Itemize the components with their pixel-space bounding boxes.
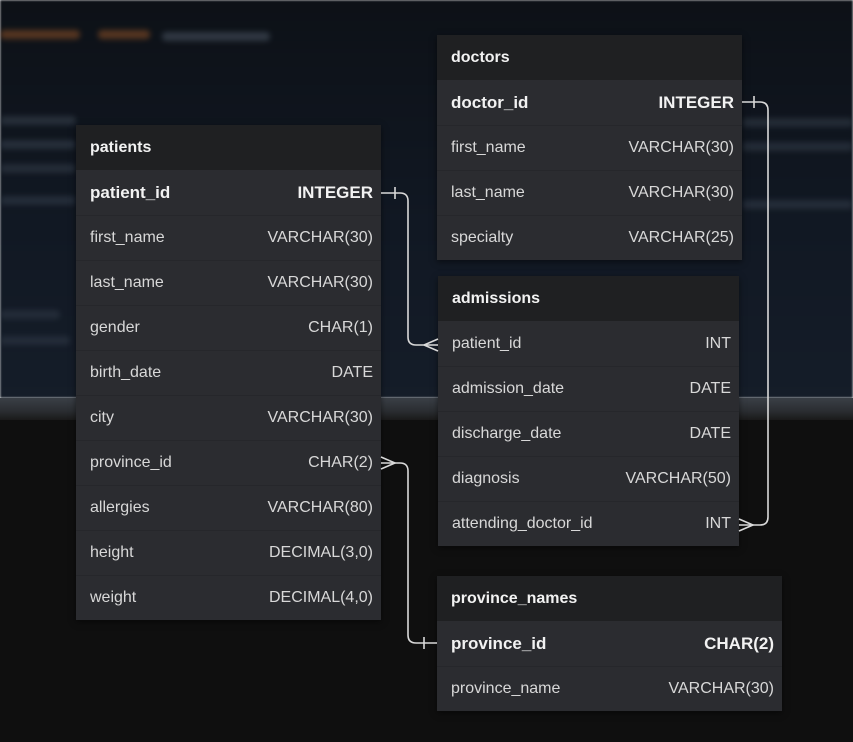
column-row[interactable]: birth_date DATE <box>76 350 381 395</box>
column-type: VARCHAR(80) <box>267 499 374 516</box>
blurred-text <box>742 142 853 151</box>
table-doctors[interactable]: doctors doctor_id INTEGER first_name VARCHA… <box>437 35 742 260</box>
column-list: doctor_id INTEGER first_name VARCHAR(30) las… <box>437 80 742 260</box>
column-type: CHAR(1) <box>308 319 373 336</box>
column-type: VARCHAR(25) <box>628 229 735 246</box>
column-name: discharge_date <box>452 425 562 442</box>
column-list: patient_id INT admission_date DATE discharge… <box>438 321 739 546</box>
column-row[interactable]: patient_id INTEGER <box>76 170 381 215</box>
blurred-text <box>0 116 76 125</box>
column-type: VARCHAR(30) <box>628 184 735 201</box>
blurred-text <box>162 32 270 41</box>
table-province-names[interactable]: province_names province_id CHAR(2) provinc… <box>437 576 782 711</box>
column-type: DATE <box>689 425 731 442</box>
column-row[interactable]: last_name VARCHAR(30) <box>76 260 381 305</box>
blurred-text <box>0 196 76 205</box>
column-type: DECIMAL(4,0) <box>268 589 373 606</box>
blurred-keyword <box>0 30 80 39</box>
table-title: province_names <box>437 576 782 621</box>
column-row[interactable]: province_id CHAR(2) <box>76 440 381 485</box>
column-row[interactable]: weight DECIMAL(4,0) <box>76 575 381 620</box>
column-name: height <box>90 544 134 561</box>
column-name: attending_doctor_id <box>452 515 593 532</box>
column-type: CHAR(2) <box>704 633 774 653</box>
column-row[interactable]: allergies VARCHAR(80) <box>76 485 381 530</box>
column-name: city <box>90 409 114 426</box>
column-row[interactable]: height DECIMAL(3,0) <box>76 530 381 575</box>
column-row[interactable]: specialty VARCHAR(25) <box>437 215 742 260</box>
column-name: province_id <box>90 454 172 471</box>
blurred-text <box>0 310 60 319</box>
column-row[interactable]: first_name VARCHAR(30) <box>76 215 381 260</box>
column-name: patient_id <box>90 182 171 202</box>
column-row[interactable]: doctor_id INTEGER <box>437 80 742 125</box>
blurred-text <box>742 200 853 209</box>
column-row[interactable]: province_name VARCHAR(30) <box>437 666 782 711</box>
blurred-keyword <box>98 30 150 39</box>
column-name: first_name <box>90 229 165 246</box>
column-type: DATE <box>689 380 731 397</box>
table-patients[interactable]: patients patient_id INTEGER first_name VARC… <box>76 125 381 620</box>
column-type: VARCHAR(30) <box>267 274 374 291</box>
column-name: last_name <box>90 274 164 291</box>
column-row[interactable]: first_name VARCHAR(30) <box>437 125 742 170</box>
column-row[interactable]: attending_doctor_id INT <box>438 501 739 546</box>
column-row[interactable]: city VARCHAR(30) <box>76 395 381 440</box>
blurred-text <box>0 140 76 149</box>
column-name: first_name <box>451 139 526 156</box>
column-type: INT <box>705 515 731 532</box>
column-row[interactable]: patient_id INT <box>438 321 739 366</box>
column-type: VARCHAR(30) <box>267 229 374 246</box>
column-list: province_id CHAR(2) province_name VARCHAR(3… <box>437 621 782 711</box>
column-name: specialty <box>451 229 514 246</box>
column-type: INT <box>705 334 731 352</box>
column-name: birth_date <box>90 364 162 381</box>
blurred-text <box>0 164 76 173</box>
blurred-text <box>742 118 853 127</box>
column-type: VARCHAR(50) <box>625 470 732 487</box>
column-type: INTEGER <box>297 182 373 202</box>
column-name: last_name <box>451 184 525 201</box>
column-row[interactable]: discharge_date DATE <box>438 411 739 456</box>
table-admissions[interactable]: admissions patient_id INT admission_date DA… <box>438 276 739 546</box>
table-title: doctors <box>437 35 742 80</box>
column-type: DATE <box>331 364 373 381</box>
column-list: patient_id INTEGER first_name VARCHAR(30) la… <box>76 170 381 620</box>
table-title: admissions <box>438 276 739 321</box>
column-type: VARCHAR(30) <box>668 680 775 697</box>
column-type: INTEGER <box>658 92 734 112</box>
column-row[interactable]: admission_date DATE <box>438 366 739 411</box>
column-name: gender <box>90 319 140 336</box>
column-name: province_name <box>451 680 561 697</box>
column-type: VARCHAR(30) <box>267 409 374 426</box>
column-row[interactable]: diagnosis VARCHAR(50) <box>438 456 739 501</box>
table-title: patients <box>76 125 381 170</box>
column-name: doctor_id <box>451 92 529 112</box>
column-type: CHAR(2) <box>308 454 373 471</box>
column-name: province_id <box>451 633 547 653</box>
column-row[interactable]: last_name VARCHAR(30) <box>437 170 742 215</box>
column-name: allergies <box>90 499 150 516</box>
column-row[interactable]: province_id CHAR(2) <box>437 621 782 666</box>
column-type: VARCHAR(30) <box>628 139 735 156</box>
column-type: DECIMAL(3,0) <box>268 544 373 561</box>
column-row[interactable]: gender CHAR(1) <box>76 305 381 350</box>
column-name: patient_id <box>452 334 522 352</box>
column-name: weight <box>90 589 137 606</box>
column-name: admission_date <box>452 380 565 397</box>
blurred-text <box>0 336 70 345</box>
column-name: diagnosis <box>452 470 520 487</box>
